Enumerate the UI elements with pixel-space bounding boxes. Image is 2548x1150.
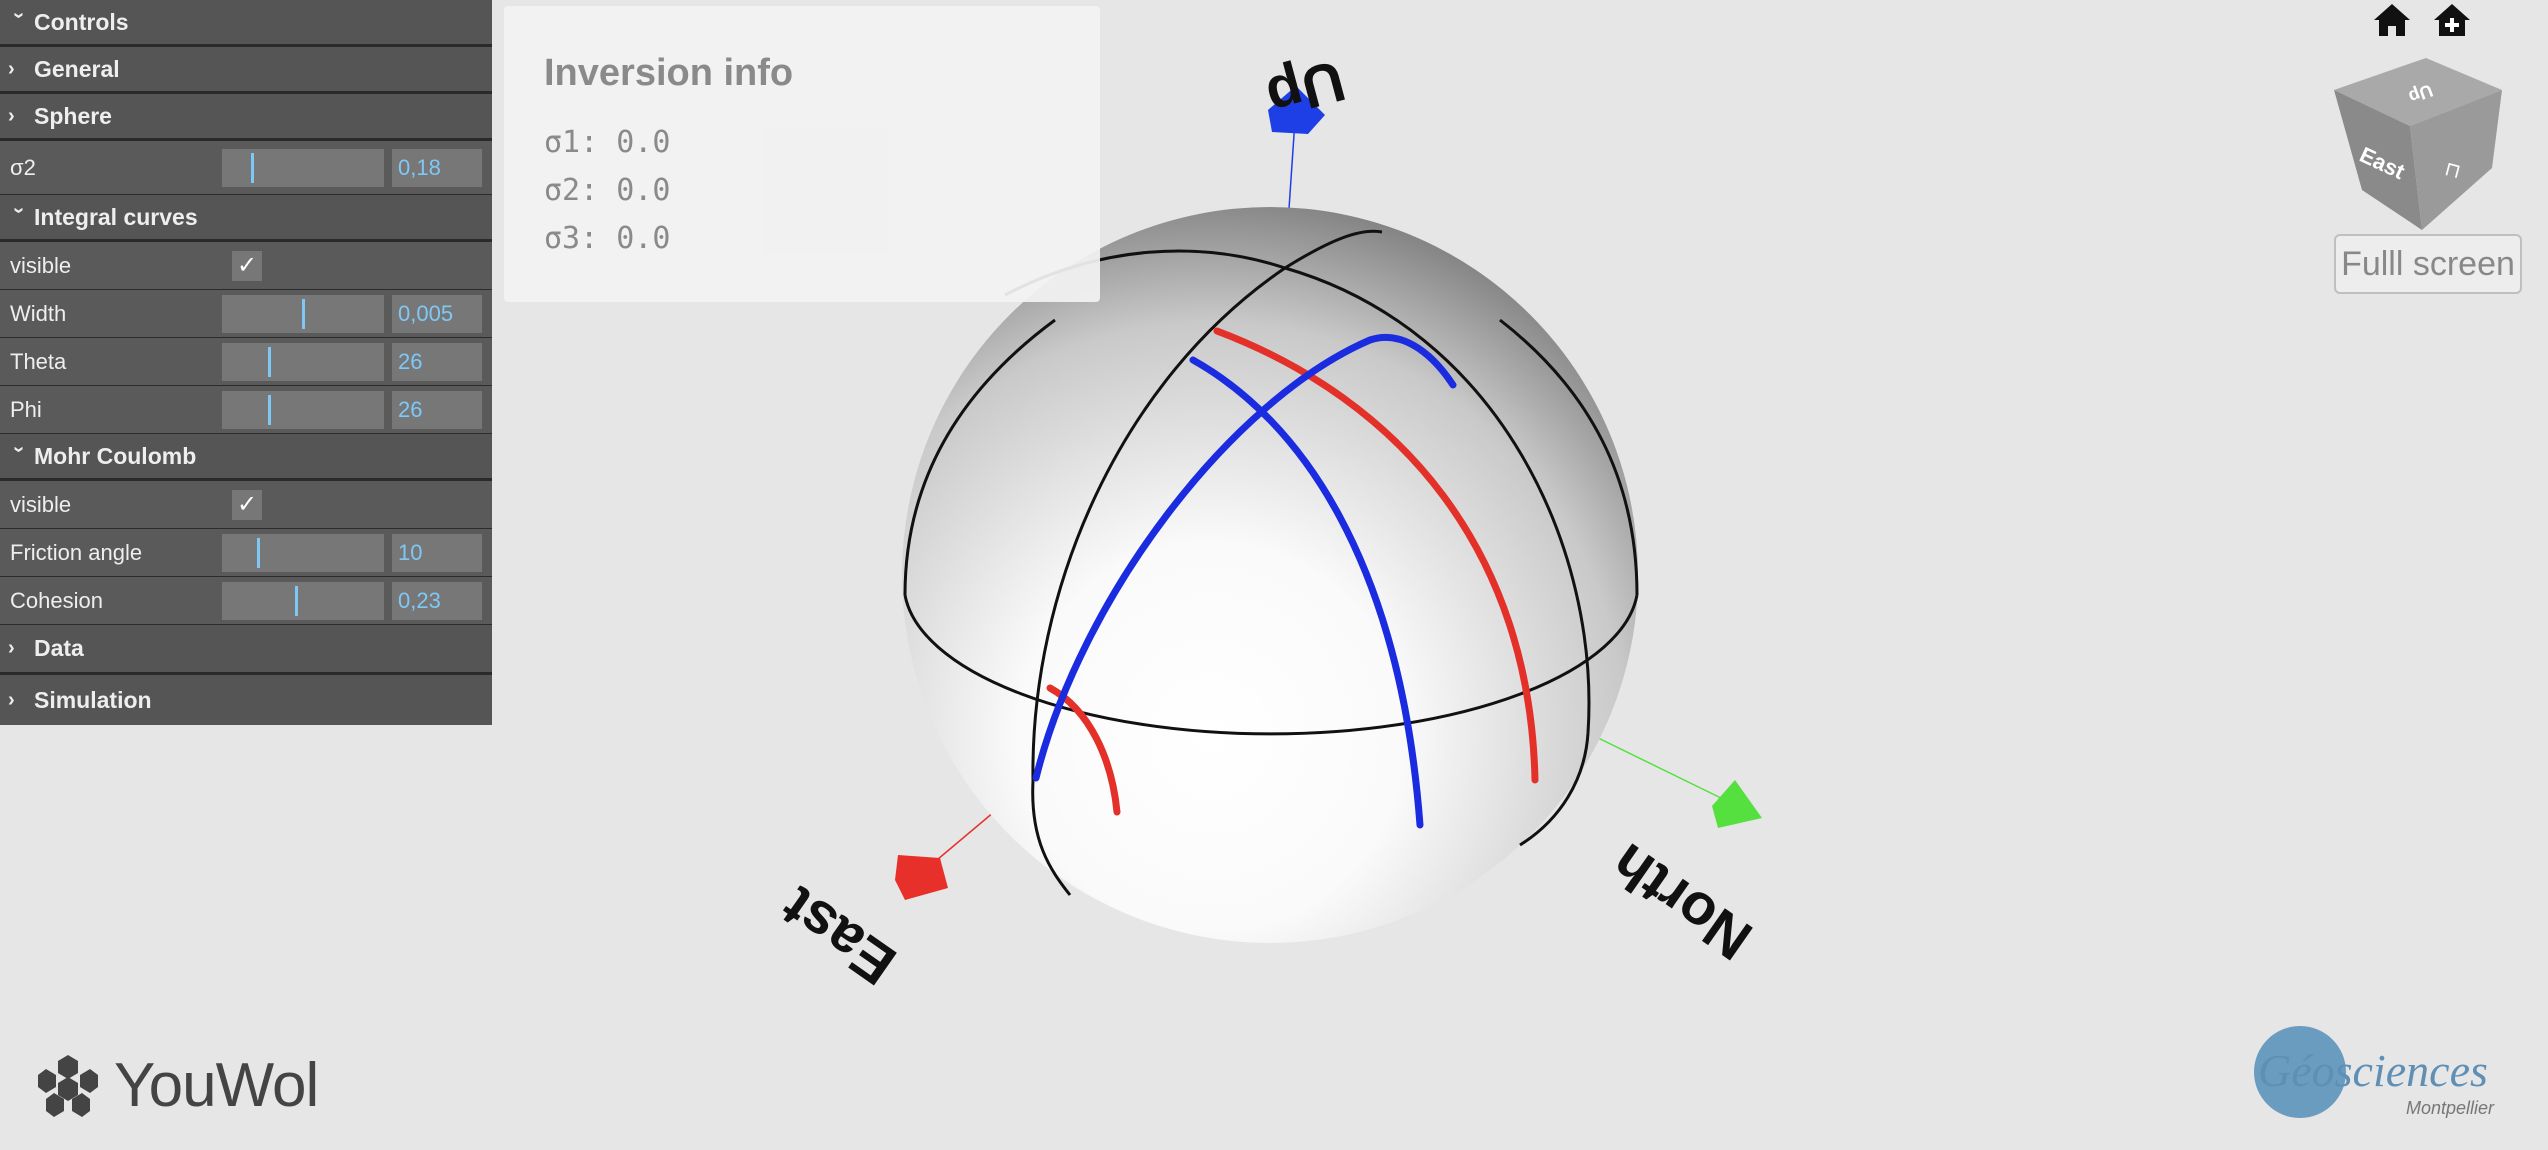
ic-phi-slider[interactable] — [222, 390, 384, 429]
mc-friction-row: Friction angle 10 — [0, 529, 492, 577]
ic-phi-slider-knob[interactable] — [268, 394, 271, 425]
sigma2-value: σ2: 0.0 — [544, 173, 671, 208]
sigma2-slider[interactable] — [222, 148, 384, 187]
folder-data[interactable]: › Data — [0, 625, 492, 675]
sigma1-value: σ1: 0.0 — [544, 125, 671, 160]
ic-width-input[interactable]: 0,005 — [392, 294, 482, 333]
sigma2-input[interactable]: 0,18 — [392, 148, 482, 187]
ic-width-label: Width — [10, 300, 67, 326]
controls-header[interactable]: › Controls — [0, 0, 492, 47]
ic-theta-row: Theta 26 — [0, 338, 492, 386]
geosciences-logo: Géosciences Montpellier — [2254, 1026, 2495, 1118]
chevron-right-icon: › — [8, 57, 15, 80]
folder-sphere[interactable]: › Sphere — [0, 94, 492, 141]
folder-integral-curves[interactable]: › Integral curves — [0, 195, 492, 242]
sphere — [902, 207, 1638, 943]
youwol-logo-text: YouWol — [114, 1051, 319, 1120]
ic-width-slider-knob[interactable] — [302, 298, 305, 329]
mc-visible-label: visible — [10, 491, 72, 517]
east-axis-label: East — [770, 874, 908, 998]
folder-mohr-coulomb[interactable]: › Mohr Coulomb — [0, 434, 492, 481]
ic-theta-slider-knob[interactable] — [268, 346, 271, 377]
mc-visible-row: visible ✓ — [0, 481, 492, 529]
home-plus-icon[interactable] — [2428, 0, 2476, 42]
checkmark-icon: ✓ — [236, 252, 258, 279]
home-icon[interactable] — [2368, 0, 2416, 42]
ic-width-row: Width 0,005 — [0, 290, 492, 338]
fullscreen-button[interactable]: Fulll screen — [2334, 234, 2522, 294]
mc-cohesion-slider[interactable] — [222, 581, 384, 620]
mc-visible-checkbox[interactable]: ✓ — [232, 489, 262, 520]
chevron-right-icon: › — [8, 104, 15, 127]
inversion-info-panel: Inversion info σ1: 0.0 σ2: 0.0 σ3: 0.0 — [504, 6, 1100, 302]
folder-sphere-label: Sphere — [34, 102, 112, 129]
chevron-right-icon: › — [8, 637, 15, 659]
ic-phi-input[interactable]: 26 — [392, 390, 482, 429]
mc-cohesion-slider-knob[interactable] — [295, 585, 298, 616]
folder-simulation[interactable]: › Simulation — [0, 675, 492, 725]
sigma3-value: σ3: 0.0 — [544, 221, 671, 256]
mc-friction-input[interactable]: 10 — [392, 533, 482, 572]
north-axis-line — [1587, 732, 1726, 801]
north-axis-label: North — [1599, 831, 1763, 973]
controls-title: Controls — [34, 8, 129, 35]
mc-friction-slider-knob[interactable] — [257, 537, 260, 568]
checkmark-icon: ✓ — [236, 491, 258, 518]
chevron-down-icon: › — [7, 11, 30, 19]
folder-simulation-label: Simulation — [34, 686, 152, 713]
chevron-down-icon: › — [7, 206, 30, 214]
ic-visible-checkbox[interactable]: ✓ — [232, 250, 262, 281]
mc-cohesion-row: Cohesion 0,23 — [0, 577, 492, 625]
geosciences-logo-text: Géosciences — [2258, 1045, 2488, 1096]
view-cube[interactable]: Up East ⊐ — [2326, 52, 2510, 234]
ic-theta-input[interactable]: 26 — [392, 342, 482, 381]
folder-data-label: Data — [34, 635, 84, 661]
folder-mohr-coulomb-label: Mohr Coulomb — [34, 442, 197, 469]
folder-integral-curves-label: Integral curves — [34, 203, 198, 230]
mc-cohesion-label: Cohesion — [10, 587, 103, 613]
chevron-right-icon: › — [8, 688, 15, 711]
ic-theta-label: Theta — [10, 348, 67, 374]
folder-general-label: General — [34, 55, 120, 82]
ic-visible-label: visible — [10, 252, 72, 278]
youwol-logo-icon — [38, 1054, 98, 1117]
youwol-logo: YouWol — [36, 1050, 319, 1121]
inversion-info-title: Inversion info — [544, 52, 794, 94]
sigma2-row: σ2 0,18 — [0, 141, 492, 195]
ic-theta-slider[interactable] — [222, 342, 384, 381]
chevron-down-icon: › — [7, 445, 30, 453]
east-axis-arrow — [895, 855, 948, 900]
ic-width-slider[interactable] — [222, 294, 384, 333]
folder-general[interactable]: › General — [0, 47, 492, 94]
mc-cohesion-input[interactable]: 0,23 — [392, 581, 482, 620]
mc-friction-slider[interactable] — [222, 533, 384, 572]
sigma2-slider-knob[interactable] — [251, 152, 254, 183]
ic-phi-row: Phi 26 — [0, 386, 492, 434]
sigma2-label: σ2 — [10, 154, 36, 180]
ic-phi-label: Phi — [10, 396, 42, 422]
geosciences-logo-subtext: Montpellier — [2406, 1098, 2495, 1118]
north-axis-arrow — [1712, 780, 1762, 828]
ic-visible-row: visible ✓ — [0, 242, 492, 290]
controls-panel: › Controls › General › Sphere σ2 0,18 › … — [0, 0, 492, 725]
up-axis-label: Up — [1260, 47, 1352, 130]
mc-friction-label: Friction angle — [10, 539, 143, 565]
